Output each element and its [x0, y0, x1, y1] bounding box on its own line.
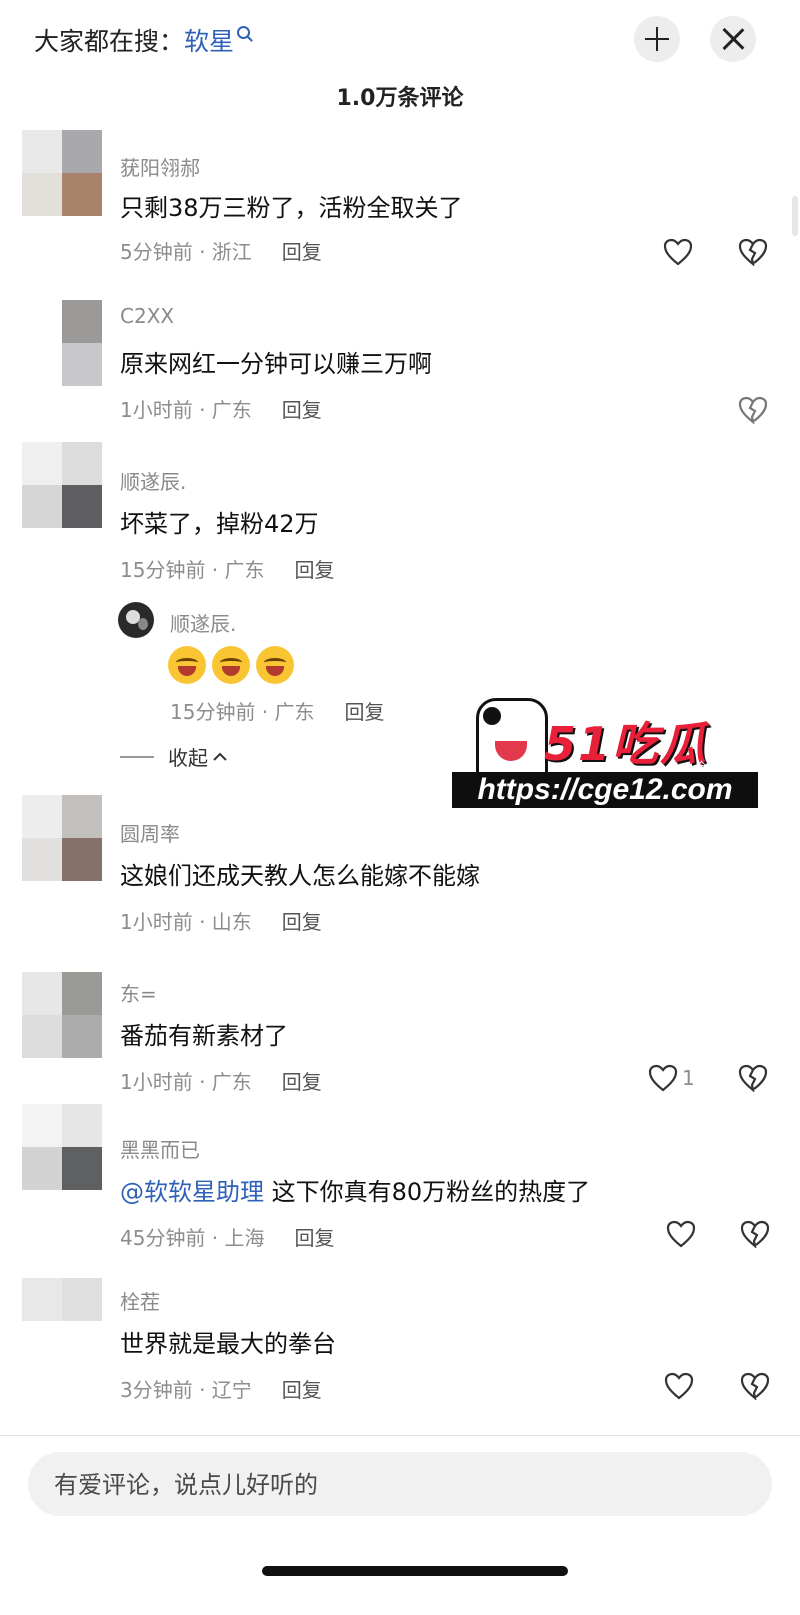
comment-text-body: 这下你真有80万粉丝的热度了 — [264, 1178, 591, 1206]
heart-icon[interactable] — [663, 238, 693, 266]
broken-heart-icon[interactable] — [738, 396, 768, 425]
reply-button[interactable]: 回复 — [295, 558, 335, 582]
watermark: 51吃瓜 全网首发 https://cge12.com — [452, 698, 758, 808]
comment-author[interactable]: C2XX — [120, 304, 174, 328]
comment-input-bar[interactable] — [28, 1452, 772, 1518]
add-button[interactable] — [634, 16, 680, 62]
comment-time: 1小时前 · 山东 — [120, 910, 252, 934]
avatar[interactable] — [22, 1104, 102, 1190]
reply-button[interactable]: 回复 — [282, 910, 322, 934]
comment-text: 原来网红一分钟可以赚三万啊 — [120, 350, 432, 378]
comment-author[interactable]: 顺遂辰. — [120, 466, 186, 495]
comment-author[interactable]: 黑黑而已 — [120, 1134, 200, 1163]
avatar[interactable] — [22, 1278, 102, 1364]
chevron-up-icon — [213, 752, 227, 761]
heart-icon[interactable] — [664, 1372, 694, 1400]
close-icon — [721, 27, 745, 51]
avatar[interactable] — [22, 300, 102, 386]
reply-button[interactable]: 回复 — [345, 700, 385, 724]
comment-author[interactable]: 圆周率 — [120, 818, 180, 847]
avatar[interactable] — [22, 795, 102, 881]
like-count: 1 — [682, 1066, 695, 1090]
avatar[interactable] — [22, 130, 102, 216]
reply-button[interactable]: 回复 — [282, 240, 322, 264]
heart-icon[interactable] — [648, 1064, 678, 1092]
reply-button[interactable]: 回复 — [282, 1070, 322, 1094]
comment-count: 1.0万条评论 — [336, 86, 464, 111]
comment-text: 世界就是最大的拳台 — [120, 1330, 336, 1358]
reply-button[interactable]: 回复 — [282, 1378, 322, 1402]
reply-button[interactable]: 回复 — [295, 1226, 335, 1250]
emoji-row — [168, 646, 294, 684]
home-indicator[interactable] — [262, 1566, 568, 1576]
comment-text: @软软星助理 这下你真有80万粉丝的热度了 — [120, 1172, 590, 1207]
mention-link[interactable]: @软软星助理 — [120, 1178, 264, 1206]
hot-search-term[interactable]: 软星 — [184, 22, 234, 58]
avatar[interactable] — [118, 602, 154, 638]
comment-time: 1小时前 · 广东 — [120, 398, 252, 422]
broken-heart-icon[interactable] — [738, 238, 768, 267]
top-bar: 大家都在搜： 软星 — [0, 0, 800, 80]
close-button[interactable] — [710, 16, 756, 62]
hot-search[interactable]: 大家都在搜： 软星 — [34, 22, 251, 58]
comment-input[interactable] — [52, 1452, 746, 1518]
scrollbar[interactable] — [792, 196, 798, 236]
comment-time: 15分钟前 · 广东 — [120, 558, 265, 582]
watermark-title: 51吃瓜 — [544, 717, 709, 771]
divider — [0, 1435, 800, 1436]
broken-heart-icon[interactable] — [740, 1220, 770, 1249]
comment-text: 番茄有新素材了 — [120, 1022, 288, 1050]
laugh-cry-emoji-icon — [168, 646, 206, 684]
laugh-cry-emoji-icon — [212, 646, 250, 684]
comment-text: 这娘们还成天教人怎么能嫁不能嫁 — [120, 862, 480, 890]
broken-heart-icon[interactable] — [740, 1372, 770, 1401]
comment-time: 5分钟前 · 浙江 — [120, 240, 252, 264]
comment-text: 只剩38万三粉了，活粉全取关了 — [120, 194, 463, 222]
comment-time: 45分钟前 · 上海 — [120, 1226, 265, 1250]
avatar[interactable] — [22, 442, 102, 528]
heart-icon[interactable] — [666, 1220, 696, 1248]
avatar[interactable] — [22, 972, 102, 1058]
collapse-label: 收起 — [168, 746, 208, 770]
sub-reply-time: 15分钟前 · 广东 — [170, 700, 315, 724]
comment-time: 3分钟前 · 辽宁 — [120, 1378, 252, 1402]
comment-author[interactable]: 栓茬 — [120, 1286, 160, 1315]
plus-icon — [645, 27, 669, 51]
broken-heart-icon[interactable] — [738, 1064, 768, 1093]
comment-text: 坏菜了，掉粉42万 — [120, 510, 319, 538]
collapse-replies-button[interactable]: 收起 — [120, 742, 228, 771]
search-icon — [237, 25, 251, 39]
reply-button[interactable]: 回复 — [282, 398, 322, 422]
sub-reply-author[interactable]: 顺遂辰. — [170, 608, 236, 637]
laugh-cry-emoji-icon — [256, 646, 294, 684]
comment-author[interactable]: 莸阳翎郝 — [120, 152, 200, 181]
comment-time: 1小时前 · 广东 — [120, 1070, 252, 1094]
hot-search-prefix: 大家都在搜： — [34, 27, 185, 56]
comment-author[interactable]: 东= — [120, 978, 157, 1007]
watermark-url: https://cge12.com — [452, 772, 758, 808]
